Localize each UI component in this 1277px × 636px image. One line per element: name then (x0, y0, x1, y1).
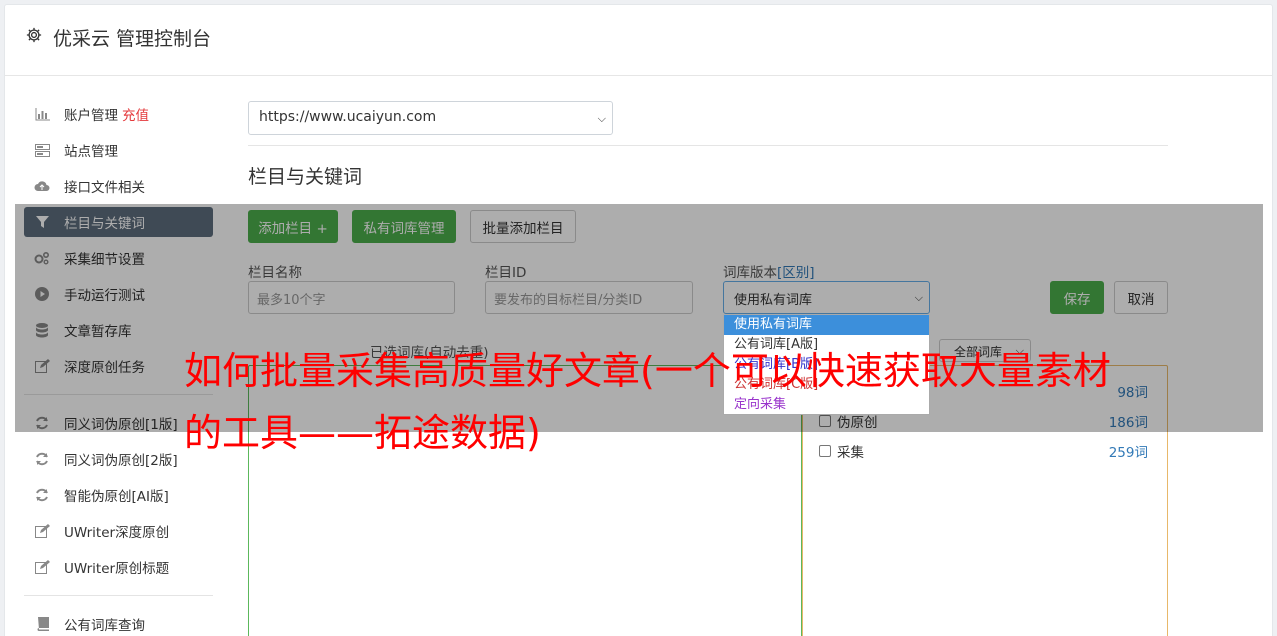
sidebar-item-label: UWriter原创标题 (64, 561, 170, 577)
sidebar-divider (24, 595, 213, 596)
sidebar-item-label: 智能伪原创[AI版] (64, 489, 169, 505)
site-select-value: https://www.ucaiyun.com (259, 109, 437, 125)
header: 优采云 管理控制台 (5, 5, 1272, 76)
sidebar-item-uwriter-title[interactable]: UWriter原创标题 (24, 552, 213, 582)
dropdown-option[interactable]: 使用私有词库 (724, 315, 929, 335)
sidebar-item-interface-files[interactable]: 接口文件相关 (24, 171, 213, 201)
page-title: 优采云 管理控制台 (53, 28, 212, 50)
overlay-caption: 如何批量采集高质量好文章(一个可以快速获取大量素材的工具——拓途数据) (184, 349, 1111, 455)
cloud-upload-icon (34, 178, 50, 194)
sidebar-item-label: 接口文件相关 (64, 180, 145, 196)
divider (248, 145, 1168, 146)
chevron-down-icon: ⌵ (597, 112, 606, 125)
server-icon (34, 142, 50, 158)
sidebar-item-uwriter-deep[interactable]: UWriter深度原创 (24, 516, 213, 546)
sidebar-item-ai-original[interactable]: 智能伪原创[AI版] (24, 480, 213, 510)
sidebar-item-sites[interactable]: 站点管理 (24, 135, 213, 165)
section-title: 栏目与关键词 (248, 166, 363, 188)
edit-icon (34, 559, 50, 575)
refresh-icon (34, 451, 50, 467)
lib-count: 259词 (1108, 445, 1148, 461)
edit-icon (34, 523, 50, 539)
sidebar-item-public-lib[interactable]: 公有词库查询 (24, 609, 213, 636)
site-select[interactable]: https://www.ucaiyun.com ⌵ (248, 101, 613, 135)
sidebar-item-label: UWriter深度原创 (64, 525, 170, 541)
sidebar-item-label: 同义词伪原创[2版] (64, 453, 178, 469)
sidebar-item-account[interactable]: 账户管理 充值 (24, 99, 213, 129)
sidebar-item-label: 公有词库查询 (64, 618, 145, 634)
sidebar-item-label: 账户管理 (64, 108, 118, 124)
book-icon (34, 616, 50, 632)
recharge-link[interactable]: 充值 (122, 104, 149, 124)
refresh-icon (34, 487, 50, 503)
gear-icon (26, 27, 42, 43)
bar-chart-icon (34, 106, 50, 122)
sidebar-item-label: 站点管理 (64, 144, 118, 160)
